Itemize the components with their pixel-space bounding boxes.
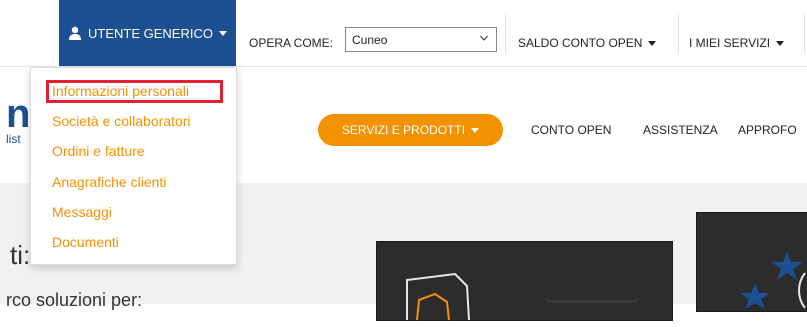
menu-item-informazioni-personali[interactable]: Informazioni personali xyxy=(52,83,189,99)
star-icon xyxy=(740,251,806,309)
hero-subtitle: rco soluzioni per: xyxy=(6,290,143,310)
menu-item-societa-collaboratori[interactable]: Società e collaboratori xyxy=(52,113,191,129)
servizi-label: I MIEI SERVIZI xyxy=(689,36,771,50)
i-miei-servizi-menu[interactable]: I MIEI SERVIZI xyxy=(689,36,785,50)
user-dropdown-menu: Informazioni personali Società e collabo… xyxy=(30,67,237,265)
servizi-prodotti-button[interactable]: SERVIZI E PRODOTTI xyxy=(318,114,503,146)
user-icon xyxy=(69,26,82,40)
caret-down-icon xyxy=(776,41,785,47)
nav-conto-open[interactable]: CONTO OPEN xyxy=(531,123,611,137)
chalkboard-card[interactable] xyxy=(376,241,673,321)
divider xyxy=(804,14,805,54)
opera-come-select[interactable]: Cuneo xyxy=(345,27,497,52)
menu-item-anagrafiche-clienti[interactable]: Anagrafiche clienti xyxy=(52,174,166,190)
menu-item-ordini-fatture[interactable]: Ordini e fatture xyxy=(52,143,145,159)
opera-come-label: OPERA COME: xyxy=(249,36,334,50)
logo[interactable]: n xyxy=(6,92,30,137)
top-bar: UTENTE GENERICO OPERA COME: Cuneo SALDO … xyxy=(0,0,807,67)
nav-assistenza[interactable]: ASSISTENZA xyxy=(643,123,718,137)
caret-down-icon xyxy=(648,41,657,47)
saldo-conto-open-menu[interactable]: SALDO CONTO OPEN xyxy=(518,36,657,50)
chalkboard-card-stars[interactable] xyxy=(696,212,807,312)
divider xyxy=(505,14,506,54)
opera-come-value: Cuneo xyxy=(352,32,388,47)
logo-subtitle: list xyxy=(6,132,21,146)
saldo-label: SALDO CONTO OPEN xyxy=(518,36,643,50)
document-chalk-illustration xyxy=(406,272,637,321)
servizi-prodotti-label: SERVIZI E PRODOTTI xyxy=(341,123,466,137)
caret-down-icon xyxy=(218,30,227,36)
logo-letter: n xyxy=(6,92,31,136)
menu-item-documenti[interactable]: Documenti xyxy=(52,234,119,250)
caret-down-icon xyxy=(471,127,480,133)
nav-approfondimenti[interactable]: APPROFO xyxy=(738,123,797,137)
user-menu-label: UTENTE GENERICO xyxy=(88,25,213,41)
menu-item-messaggi[interactable]: Messaggi xyxy=(52,204,112,220)
hero-title: ti: xyxy=(10,240,31,270)
divider xyxy=(678,14,679,54)
chevron-down-icon xyxy=(480,35,488,41)
user-menu-button[interactable]: UTENTE GENERICO xyxy=(59,0,236,66)
